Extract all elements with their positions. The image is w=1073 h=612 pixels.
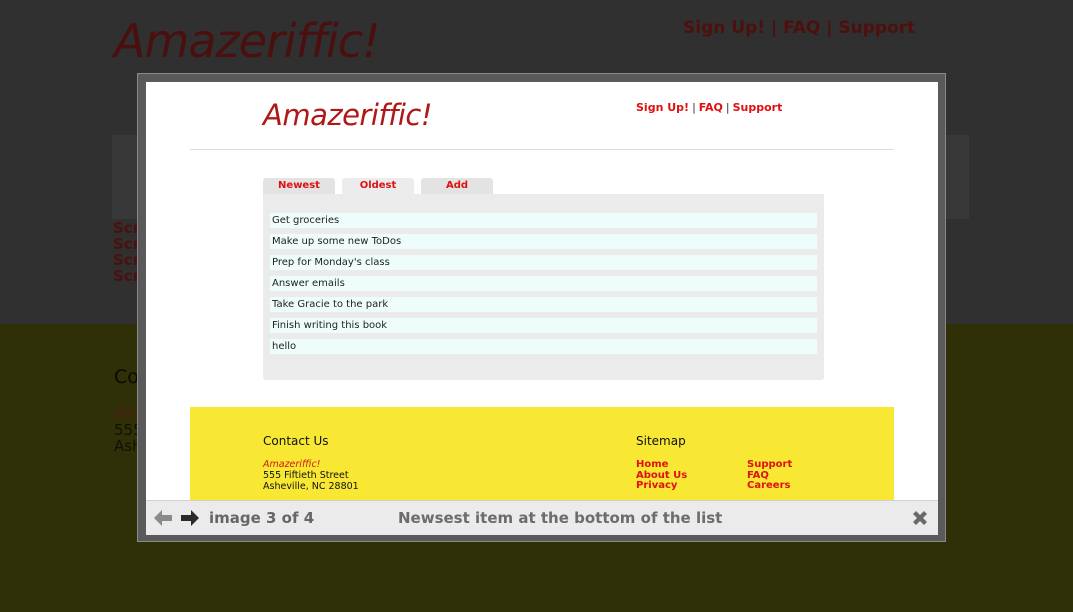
sitemap-careers-link[interactable]: Careers	[747, 480, 790, 492]
site-footer: Contact Us Amazeriffic! 555 Fiftieth Str…	[190, 407, 894, 502]
list-item: Get groceries	[270, 213, 817, 228]
lightbox-content: Amazeriffic! Sign Up! | FAQ | Support Newest…	[146, 82, 938, 535]
image-counter: image 3 of 4	[209, 509, 315, 527]
nav-separator: |	[725, 101, 730, 114]
faq-link[interactable]: FAQ	[699, 101, 723, 114]
sitemap-support-link[interactable]: Support	[747, 459, 792, 471]
list-item: Finish writing this book	[270, 318, 817, 333]
tab-newest[interactable]: Newest	[263, 178, 335, 194]
background-nav-separator: |	[826, 18, 833, 38]
close-icon[interactable]	[911, 509, 929, 527]
footer-address-city: Asheville, NC 28801	[263, 481, 359, 492]
tab-oldest[interactable]: Oldest	[342, 178, 414, 194]
image-caption: Newsest item at the bottom of the list	[398, 509, 723, 527]
background-logo: Amazeriffic!	[114, 14, 381, 68]
header-divider	[190, 149, 894, 150]
list-item: Answer emails	[270, 276, 817, 291]
background-nav-signup: Sign Up!	[683, 18, 765, 38]
sitemap-home-link[interactable]: Home	[636, 459, 668, 471]
lightbox-image: Amazeriffic! Sign Up! | FAQ | Support Newest…	[146, 82, 938, 502]
lightbox-controls: image 3 of 4 Newsest item at the bottom …	[146, 500, 938, 535]
support-link[interactable]: Support	[733, 101, 783, 114]
footer-company: Amazeriffic!	[263, 459, 321, 470]
list-item: Make up some new ToDos	[270, 234, 817, 249]
list-item: Prep for Monday's class	[270, 255, 817, 270]
footer-address-street: 555 Fiftieth Street	[263, 470, 349, 481]
todo-list: Get groceries Make up some new ToDos Pre…	[263, 194, 824, 380]
site-logo: Amazeriffic!	[263, 98, 432, 132]
contact-title: Contact Us	[263, 434, 329, 448]
list-item: Take Gracie to the park	[270, 297, 817, 312]
signup-link[interactable]: Sign Up!	[636, 101, 689, 114]
background-partial-heading: Co	[114, 366, 139, 388]
background-partial-company: Am	[114, 404, 139, 422]
site-nav: Sign Up! | FAQ | Support	[636, 101, 782, 114]
background-nav-support: Support	[838, 18, 916, 38]
arrow-right-icon[interactable]	[180, 509, 200, 527]
lightbox: Amazeriffic! Sign Up! | FAQ | Support Newest…	[137, 73, 946, 542]
arrow-left-icon[interactable]	[153, 509, 173, 527]
background-nav-faq: FAQ	[783, 18, 821, 38]
nav-separator: |	[692, 101, 696, 114]
tab-add[interactable]: Add	[421, 178, 493, 194]
list-item: hello	[270, 339, 817, 354]
sitemap-privacy-link[interactable]: Privacy	[636, 480, 677, 492]
background-nav-separator: |	[770, 18, 778, 38]
background-nav: Sign Up! | FAQ | Support	[683, 18, 915, 38]
sitemap-title: Sitemap	[636, 434, 686, 448]
